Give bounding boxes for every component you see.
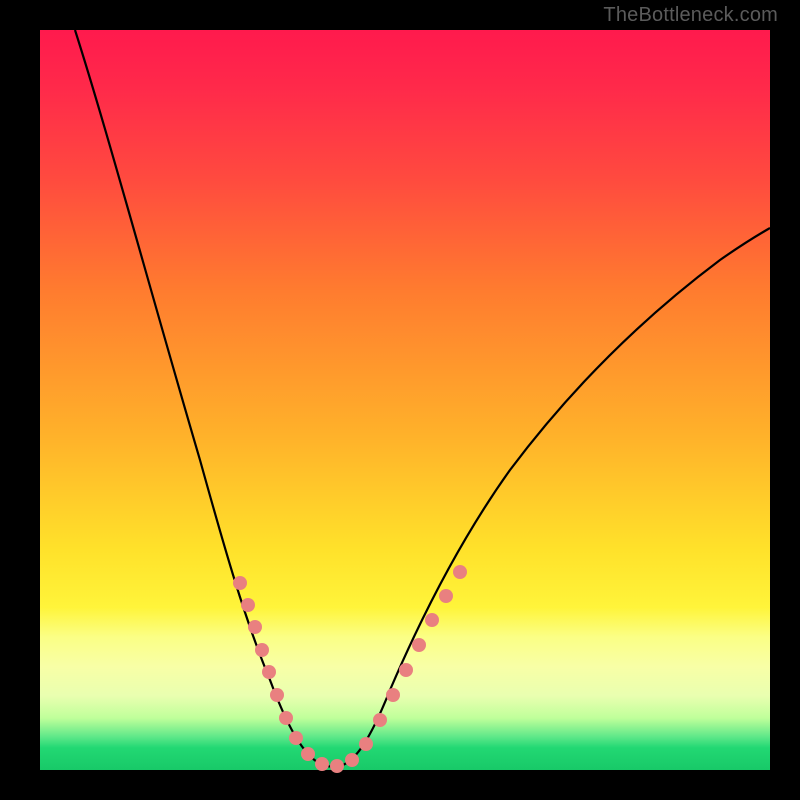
marker-dot bbox=[359, 737, 373, 751]
marker-dot bbox=[439, 589, 453, 603]
marker-dot bbox=[248, 620, 262, 634]
marker-dot bbox=[345, 753, 359, 767]
marker-dot bbox=[233, 576, 247, 590]
curve-svg bbox=[40, 30, 770, 770]
outer-frame: TheBottleneck.com bbox=[0, 0, 800, 800]
marker-dot bbox=[289, 731, 303, 745]
marker-dots bbox=[233, 565, 467, 773]
marker-dot bbox=[453, 565, 467, 579]
marker-dot bbox=[255, 643, 269, 657]
marker-dot bbox=[301, 747, 315, 761]
marker-dot bbox=[279, 711, 293, 725]
marker-dot bbox=[373, 713, 387, 727]
marker-dot bbox=[425, 613, 439, 627]
marker-dot bbox=[412, 638, 426, 652]
plot-area bbox=[40, 30, 770, 770]
marker-dot bbox=[330, 759, 344, 773]
marker-dot bbox=[270, 688, 284, 702]
watermark-text: TheBottleneck.com bbox=[603, 4, 778, 27]
marker-dot bbox=[262, 665, 276, 679]
marker-dot bbox=[315, 757, 329, 771]
marker-dot bbox=[241, 598, 255, 612]
marker-dot bbox=[386, 688, 400, 702]
curve-group bbox=[75, 30, 770, 773]
bottleneck-curve bbox=[75, 30, 770, 767]
marker-dot bbox=[399, 663, 413, 677]
